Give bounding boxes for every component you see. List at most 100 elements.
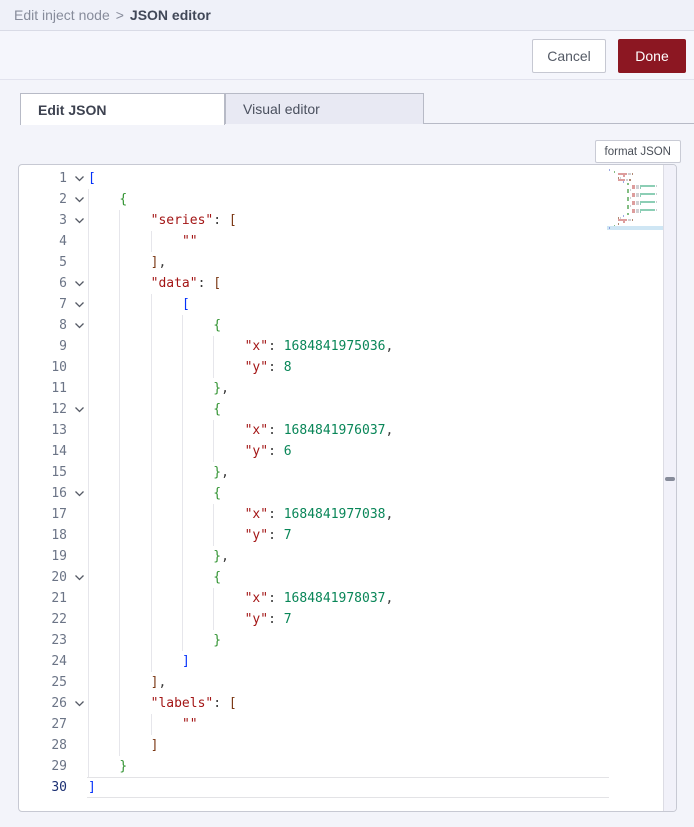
line-number[interactable]: 6 [19,273,67,294]
fold-icon[interactable] [71,168,87,189]
indent-guide [88,546,89,567]
line-number[interactable]: 17 [19,504,67,525]
line-number[interactable]: 27 [19,714,67,735]
line-number[interactable]: 4 [19,231,67,252]
indent-guide [88,231,89,252]
code-text: "" [182,231,198,252]
line-number[interactable]: 25 [19,672,67,693]
editor-line[interactable]: 18"y": 7 [19,525,609,546]
line-number[interactable]: 12 [19,399,67,420]
fold-icon[interactable] [71,294,87,315]
fold-icon[interactable] [71,483,87,504]
code-text: { [213,567,221,588]
editor-line[interactable]: 11}, [19,378,609,399]
line-number[interactable]: 14 [19,441,67,462]
line-number[interactable]: 18 [19,525,67,546]
line-number[interactable]: 29 [19,756,67,777]
editor-line[interactable]: 21"x": 1684841978037, [19,588,609,609]
done-button[interactable]: Done [618,39,686,73]
format-json-button[interactable]: format JSON [595,140,681,163]
cancel-button[interactable]: Cancel [532,39,606,73]
line-number[interactable]: 28 [19,735,67,756]
line-number[interactable]: 3 [19,210,67,231]
editor-line[interactable]: 24] [19,651,609,672]
editor-line[interactable]: 2{ [19,189,609,210]
fold-icon[interactable] [71,189,87,210]
editor-line[interactable]: 13"x": 1684841976037, [19,420,609,441]
line-number[interactable]: 22 [19,609,67,630]
editor-line[interactable]: 17"x": 1684841977038, [19,504,609,525]
line-number[interactable]: 13 [19,420,67,441]
code-text: }, [213,462,229,483]
dialog-action-bar: Cancel Done [0,31,694,80]
line-number[interactable]: 26 [19,693,67,714]
indent-guide [182,462,183,483]
editor-line[interactable]: 1[ [19,168,609,189]
indent-guide [151,567,152,588]
line-number[interactable]: 11 [19,378,67,399]
line-number[interactable]: 7 [19,294,67,315]
line-number[interactable]: 9 [19,336,67,357]
scrollbar-track[interactable] [663,165,676,811]
scrollbar-thumb[interactable] [665,477,675,481]
line-number[interactable]: 2 [19,189,67,210]
editor-line[interactable]: 25], [19,672,609,693]
editor-line[interactable]: 20 { [19,567,609,588]
minimap[interactable] [609,169,661,229]
indent-guide [182,483,183,504]
code-editor[interactable]: 1[2{3"series": [4""5],6"data": [7[8{9"x"… [18,164,677,812]
editor-line[interactable]: 19}, [19,546,609,567]
indent-guide [151,630,152,651]
line-number[interactable]: 15 [19,462,67,483]
breadcrumb-parent[interactable]: Edit inject node [14,7,110,23]
editor-line[interactable]: 9"x": 1684841975036, [19,336,609,357]
line-number[interactable]: 16 [19,483,67,504]
editor-line[interactable]: 29} [19,756,609,777]
line-number[interactable]: 21 [19,588,67,609]
indent-guide [151,483,152,504]
indent-guide [88,336,89,357]
indent-guide [182,546,183,567]
editor-line[interactable]: 3"series": [ [19,210,609,231]
editor-line[interactable]: 8{ [19,315,609,336]
line-number[interactable]: 23 [19,630,67,651]
line-number[interactable]: 19 [19,546,67,567]
line-number[interactable]: 20 [19,567,67,588]
editor-line[interactable]: 4 "" [19,231,609,252]
fold-icon[interactable] [71,273,87,294]
editor-line[interactable]: 7[ [19,294,609,315]
code-text: { [213,315,221,336]
editor-line[interactable]: 5], [19,252,609,273]
line-number[interactable]: 10 [19,357,67,378]
line-number[interactable]: 5 [19,252,67,273]
fold-icon[interactable] [71,693,87,714]
fold-icon[interactable] [71,315,87,336]
tab-visual-editor-label: Visual editor [243,101,320,117]
line-number[interactable]: 24 [19,651,67,672]
tab-visual-editor[interactable]: Visual editor [225,93,424,124]
editor-line[interactable]: 16{ [19,483,609,504]
editor-line[interactable]: 26"labels": [ [19,693,609,714]
indent-guide [88,651,89,672]
indent-guide [119,462,120,483]
editor-line[interactable]: 28] [19,735,609,756]
indent-guide [88,630,89,651]
editor-line[interactable]: 10"y": 8 [19,357,609,378]
editor-line[interactable]: 6"data": [ [19,273,609,294]
fold-icon[interactable] [71,399,87,420]
fold-icon[interactable] [71,567,87,588]
line-number[interactable]: 30 [19,777,67,798]
indent-guide [119,420,120,441]
editor-line[interactable]: 27"" [19,714,609,735]
editor-line[interactable]: 12{ [19,399,609,420]
tab-edit-json[interactable]: Edit JSON [20,93,225,125]
editor-line[interactable]: 22"y": 7 [19,609,609,630]
editor-line[interactable]: 23} [19,630,609,651]
line-number[interactable]: 1 [19,168,67,189]
fold-icon[interactable] [71,210,87,231]
editor-line[interactable]: 14"y": 6 [19,441,609,462]
editor-line[interactable]: 15}, [19,462,609,483]
line-number[interactable]: 8 [19,315,67,336]
editor-line[interactable]: 30] [19,777,609,798]
indent-guide [119,483,120,504]
